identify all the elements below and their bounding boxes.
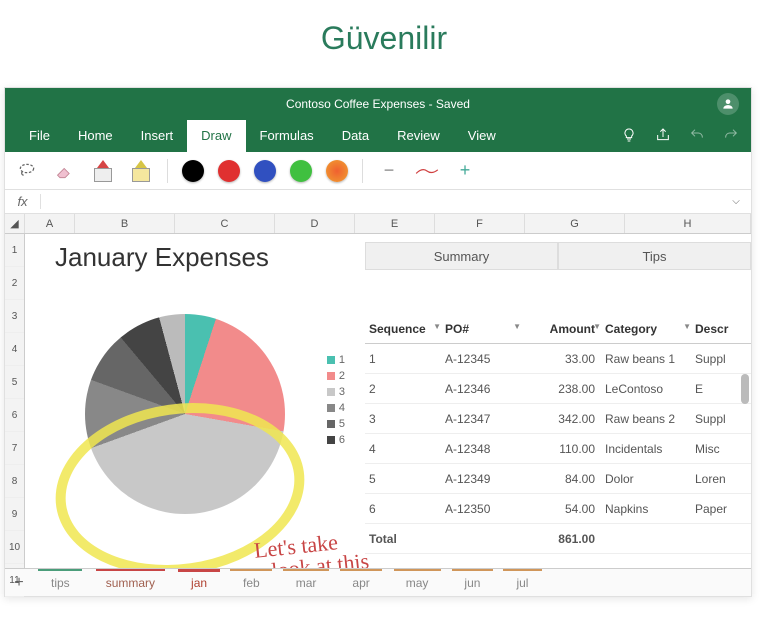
thin-stroke[interactable]: − [377, 159, 401, 183]
tab-review[interactable]: Review [383, 120, 454, 152]
sheet-tab-may[interactable]: may [388, 569, 447, 596]
scrollbar-thumb[interactable] [741, 374, 749, 404]
tab-view[interactable]: View [454, 120, 510, 152]
col-header[interactable]: E [355, 214, 435, 233]
pivot-tab-tips[interactable]: Tips [558, 242, 751, 270]
undo-icon[interactable] [689, 127, 705, 146]
row-header[interactable]: 11 [5, 564, 24, 597]
eraser-tool[interactable] [53, 159, 77, 183]
table-total-row: Total861.00 [365, 524, 751, 554]
redo-icon[interactable] [723, 127, 739, 146]
window-title: Contoso Coffee Expenses - Saved [286, 97, 470, 111]
sheet-tab-jun[interactable]: jun [446, 569, 498, 596]
page-heading: Güvenilir [0, 0, 768, 87]
divider [167, 159, 168, 183]
stroke-preview [415, 159, 439, 183]
pie-graphic [85, 314, 285, 514]
row-header[interactable]: 6 [5, 399, 24, 432]
ink-annotation-text: Let's take a look at this [253, 528, 370, 568]
user-avatar[interactable] [717, 93, 739, 115]
pie-chart[interactable]: 1 2 3 4 5 6 Let's take a look at this [45, 294, 345, 554]
sheet-tab-feb[interactable]: feb [225, 569, 278, 596]
pivot-tab-summary[interactable]: Summary [365, 242, 558, 270]
expenses-table: Sequence▼ PO#▼ Amount▼ Category▼ Descr 1… [365, 314, 751, 554]
ribbon-tabs: File Home Insert Draw Formulas Data Revi… [5, 120, 751, 152]
col-header[interactable]: G [525, 214, 625, 233]
row-header[interactable]: 4 [5, 333, 24, 366]
worksheet-area: 1 2 3 4 5 6 7 8 9 10 11 January Expenses… [5, 234, 751, 568]
th-sequence[interactable]: Sequence▼ [365, 322, 445, 336]
excel-window: Contoso Coffee Expenses - Saved File Hom… [4, 87, 752, 597]
sheet-tab-summary[interactable]: summary [88, 569, 173, 596]
col-header[interactable]: B [75, 214, 175, 233]
sheet-tab-jan[interactable]: jan [173, 569, 225, 596]
row-header[interactable]: 10 [5, 531, 24, 564]
sheet-tabs: + tips summary jan feb mar apr may jun j… [5, 568, 751, 596]
color-blue[interactable] [254, 160, 276, 182]
sheet-tab-jul[interactable]: jul [498, 569, 546, 596]
sheet-tab-tips[interactable]: tips [33, 569, 88, 596]
table-row[interactable]: 6A-1235054.00NapkinsPaper [365, 494, 751, 524]
table-row[interactable]: 1A-1234533.00Raw beans 1Suppl [365, 344, 751, 374]
title-bar: Contoso Coffee Expenses - Saved [5, 88, 751, 120]
row-headers: 1 2 3 4 5 6 7 8 9 10 11 [5, 234, 25, 568]
highlighter-yellow[interactable] [129, 159, 153, 183]
tab-formulas[interactable]: Formulas [246, 120, 328, 152]
row-header[interactable]: 7 [5, 432, 24, 465]
tab-data[interactable]: Data [328, 120, 383, 152]
pen-red[interactable] [91, 159, 115, 183]
column-headers: ◢ A B C D E F G H [5, 214, 751, 234]
share-icon[interactable] [655, 127, 671, 146]
table-row[interactable]: 5A-1234984.00DolorLoren [365, 464, 751, 494]
pivot-tabs: Summary Tips [365, 242, 751, 270]
row-header[interactable]: 9 [5, 498, 24, 531]
row-header[interactable]: 3 [5, 300, 24, 333]
lightbulb-icon[interactable] [621, 127, 637, 146]
row-header[interactable]: 8 [5, 465, 24, 498]
row-header[interactable]: 5 [5, 366, 24, 399]
chart-title: January Expenses [55, 242, 269, 273]
tab-file[interactable]: File [15, 120, 64, 152]
content-area[interactable]: January Expenses Summary Tips 1 2 3 4 5 … [25, 234, 751, 568]
color-black[interactable] [182, 160, 204, 182]
tab-insert[interactable]: Insert [127, 120, 188, 152]
th-amount[interactable]: Amount▼ [525, 322, 605, 336]
row-header[interactable]: 2 [5, 267, 24, 300]
color-red[interactable] [218, 160, 240, 182]
col-header[interactable]: C [175, 214, 275, 233]
lasso-tool[interactable] [15, 159, 39, 183]
select-all-corner[interactable]: ◢ [5, 214, 25, 233]
color-green[interactable] [290, 160, 312, 182]
table-row[interactable]: 3A-12347342.00Raw beans 2Suppl [365, 404, 751, 434]
thick-stroke[interactable]: + [453, 159, 477, 183]
row-header[interactable]: 1 [5, 234, 24, 267]
sheet-tab-mar[interactable]: mar [278, 569, 335, 596]
col-header[interactable]: D [275, 214, 355, 233]
pie-legend: 1 2 3 4 5 6 [327, 354, 345, 450]
draw-toolbar: − + [5, 152, 751, 190]
table-row[interactable]: 2A-12346238.00LeContosoE [365, 374, 751, 404]
col-header[interactable]: A [25, 214, 75, 233]
col-header[interactable]: F [435, 214, 525, 233]
tab-draw[interactable]: Draw [187, 120, 245, 152]
th-po[interactable]: PO#▼ [445, 322, 525, 336]
th-category[interactable]: Category▼ [605, 322, 695, 336]
formula-bar: fx ⌵ [5, 190, 751, 214]
fx-label: fx [5, 194, 41, 209]
sheet-tab-apr[interactable]: apr [334, 569, 387, 596]
ribbon-right-actions [621, 127, 739, 146]
color-orange[interactable] [326, 160, 348, 182]
formula-expand-icon[interactable]: ⌵ [721, 196, 751, 207]
divider [362, 159, 363, 183]
col-header[interactable]: H [625, 214, 751, 233]
tab-home[interactable]: Home [64, 120, 127, 152]
th-descr[interactable]: Descr [695, 322, 751, 336]
table-row[interactable]: 4A-12348110.00IncidentalsMisc [365, 434, 751, 464]
